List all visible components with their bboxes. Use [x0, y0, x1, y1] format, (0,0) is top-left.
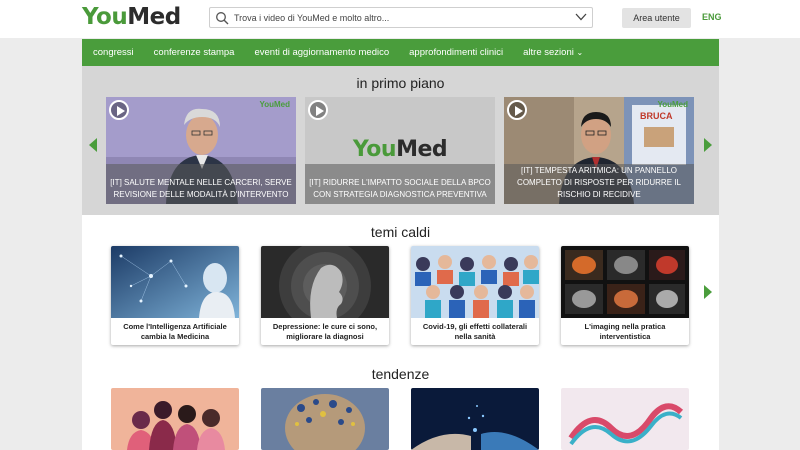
hot-topics-title: temi caldi: [370, 224, 431, 240]
watermark-logo: YouMed: [259, 100, 290, 109]
language-switch[interactable]: ENG: [702, 12, 722, 22]
search-input[interactable]: [234, 10, 564, 25]
featured-caption: [IT] RIDURRE L'IMPATTO SOCIALE DELLA BPC…: [309, 178, 491, 199]
featured-section: in primo piano YouMed [IT] SALUTE MENTAL…: [82, 66, 719, 215]
topic-image: [261, 246, 389, 318]
svg-text:BRUCA: BRUCA: [640, 111, 673, 121]
main-nav: congressi conferenze stampa eventi di ag…: [82, 39, 719, 66]
play-icon[interactable]: [308, 100, 328, 120]
topic-image: [111, 246, 239, 318]
trend-image: [111, 388, 239, 450]
nav-item-altre-sezioni[interactable]: altre sezioni ⌄: [523, 47, 583, 58]
logo-med: Med: [127, 4, 181, 30]
topic-label: L'imaging nella pratica interventistica: [584, 322, 666, 341]
topic-card[interactable]: L'imaging nella pratica interventistica: [561, 246, 689, 345]
topic-image: [411, 246, 539, 318]
trend-card[interactable]: [411, 388, 539, 450]
trend-card[interactable]: [561, 388, 689, 450]
trend-image: [561, 388, 689, 450]
watermark-logo: YouMed: [657, 100, 688, 109]
featured-title: in primo piano: [356, 75, 445, 91]
topic-label: Depressione: le cure ci sono, migliorare…: [272, 322, 378, 341]
topic-image: [561, 246, 689, 318]
chevron-down-icon[interactable]: [575, 12, 587, 22]
arrow-right-icon[interactable]: [704, 285, 712, 299]
trends-title: tendenze: [371, 366, 430, 382]
search-box[interactable]: [209, 7, 593, 28]
arrow-left-icon[interactable]: [89, 138, 97, 152]
logo[interactable]: YouMed: [82, 4, 181, 30]
nav-item-eventi-aggiornamento[interactable]: eventi di aggiornamento medico: [254, 47, 389, 58]
search-icon[interactable]: [215, 11, 229, 25]
trend-card[interactable]: [261, 388, 389, 450]
thumbnail-logo-med: Med: [396, 137, 448, 162]
trend-card[interactable]: [111, 388, 239, 450]
trend-image: [261, 388, 389, 450]
trend-image: [411, 388, 539, 450]
topic-label: Covid-19, gli effetti collaterali nella …: [422, 322, 528, 341]
nav-item-congressi[interactable]: congressi: [93, 47, 134, 58]
play-icon[interactable]: [109, 100, 129, 120]
nav-item-altre-sezioni-label: altre sezioni: [523, 47, 574, 58]
user-area-button[interactable]: Area utente: [622, 8, 691, 28]
featured-card[interactable]: YouMed [IT] SALUTE MENTALE NELLE CARCERI…: [106, 97, 296, 204]
thumbnail-logo: YouMed: [305, 137, 495, 162]
nav-item-conferenze-stampa[interactable]: conferenze stampa: [154, 47, 235, 58]
topic-card[interactable]: Covid-19, gli effetti collaterali nella …: [411, 246, 539, 345]
arrow-right-icon[interactable]: [704, 138, 712, 152]
featured-card[interactable]: YouMed [IT] RIDURRE L'IMPATTO SOCIALE DE…: [305, 97, 495, 204]
site-header: YouMed Area utente ENG: [0, 0, 800, 38]
thumbnail-logo-you: You: [352, 137, 397, 162]
featured-card[interactable]: BRUCA YouMed [IT] TEMPESTA ARITMICA: UN …: [504, 97, 694, 204]
chevron-down-icon: ⌄: [576, 48, 584, 57]
featured-caption: [IT] SALUTE MENTALE NELLE CARCERI, SERVE…: [110, 178, 292, 199]
nav-item-approfondimenti[interactable]: approfondimenti clinici: [409, 47, 503, 58]
featured-caption: [IT] TEMPESTA ARITMICA: UN PANNELLO COMP…: [517, 166, 681, 199]
play-icon[interactable]: [507, 100, 527, 120]
topic-label: Come l'Intelligenza Artificiale cambia l…: [123, 322, 227, 341]
topic-card[interactable]: Depressione: le cure ci sono, migliorare…: [261, 246, 389, 345]
main-content: temi caldi Come l'Intelligenza Artificia…: [82, 215, 719, 450]
topic-card[interactable]: Come l'Intelligenza Artificiale cambia l…: [111, 246, 239, 345]
logo-you: You: [82, 4, 128, 30]
